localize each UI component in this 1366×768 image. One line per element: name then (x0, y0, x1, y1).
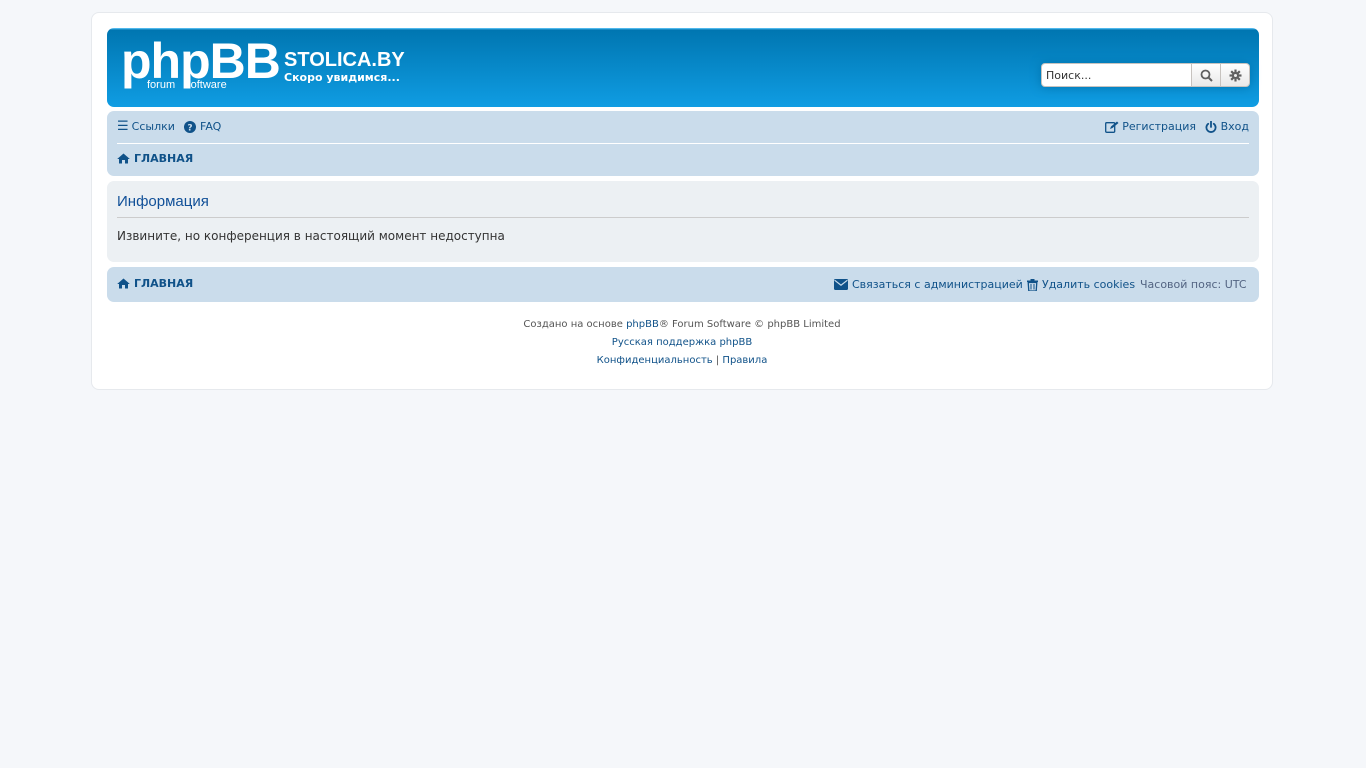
header-bar: phpBB forum software STOLICA.BY Скоро уви… (107, 28, 1259, 107)
timezone-label: Часовой пояс: (1140, 278, 1222, 291)
phpbb-link[interactable]: phpBB (626, 319, 659, 330)
breadcrumb-home-label: ГЛАВНАЯ (134, 152, 194, 165)
navbar: ☰ Ссылки ? FAQ Регистрация Вход ГЛАВНАЯ (107, 111, 1259, 176)
copyright-prefix: Создано на основе (523, 319, 627, 330)
breadcrumb-home[interactable]: ГЛАВНАЯ (117, 152, 193, 165)
copyright-suffix: ® Forum Software © phpBB Limited (658, 319, 841, 330)
power-icon (1205, 120, 1217, 133)
login-link[interactable]: Вход (1205, 120, 1249, 133)
quick-links-label: Ссылки (131, 120, 175, 133)
delete-cookies-label: Удалить cookies (1042, 278, 1136, 291)
logo-sub-forum: forum (147, 79, 176, 91)
question-icon: ? (184, 120, 196, 133)
trash-icon (1027, 278, 1038, 291)
faq-link[interactable]: ? FAQ (184, 120, 221, 133)
page-wrapper: phpBB forum software STOLICA.BY Скоро уви… (91, 12, 1273, 390)
bars-icon: ☰ (117, 119, 129, 134)
info-panel: Информация Извините, но конференция в на… (107, 181, 1259, 262)
copyright: Создано на основе phpBB® Forum Software … (92, 316, 1272, 370)
contact-admin-label: Связаться с администрацией (852, 278, 1023, 291)
privacy-link[interactable]: Конфиденциальность (597, 355, 713, 366)
panel-message: Извините, но конференция в настоящий мом… (117, 229, 505, 243)
envelope-icon (834, 279, 848, 290)
site-logo[interactable]: phpBB forum software (119, 35, 281, 93)
copyright-line-1: Создано на основе phpBB® Forum Software … (92, 316, 1272, 334)
site-title[interactable]: STOLICA.BY (284, 48, 405, 72)
logo-subtext: forum software (147, 79, 237, 91)
faq-label: FAQ (200, 120, 222, 133)
site-description: Скоро увидимся... (284, 71, 400, 84)
quick-links-menu[interactable]: ☰ Ссылки (117, 120, 175, 133)
search-button[interactable] (1192, 63, 1221, 87)
register-label: Регистрация (1122, 120, 1196, 133)
home-icon (117, 278, 130, 289)
contact-admin-link[interactable]: Связаться с администрацией (834, 278, 1023, 291)
link-separator: | (715, 355, 720, 366)
search-box (1041, 63, 1250, 87)
nav-links-row: ☰ Ссылки ? FAQ Регистрация Вход (117, 111, 1249, 144)
russian-support-link[interactable]: Русская поддержка phpBB (612, 337, 752, 348)
delete-cookies-link[interactable]: Удалить cookies (1027, 278, 1135, 291)
rules-link[interactable]: Правила (722, 355, 767, 366)
timezone-info: Часовой пояс: UTC (1140, 278, 1247, 291)
footer-navbar: ГЛАВНАЯ Связаться с администрацией Удали… (107, 267, 1259, 302)
login-label: Вход (1220, 120, 1249, 133)
timezone-value: UTC (1224, 278, 1247, 291)
search-icon (1200, 69, 1213, 82)
search-input[interactable] (1041, 63, 1192, 87)
register-link[interactable]: Регистрация (1105, 120, 1196, 133)
edit-icon (1105, 121, 1119, 133)
home-icon (117, 153, 130, 164)
copyright-line-2: Русская поддержка phpBB (92, 334, 1272, 352)
breadcrumb-row: ГЛАВНАЯ (117, 144, 1249, 176)
panel-title: Информация (117, 193, 1249, 218)
footer-breadcrumb-home-label: ГЛАВНАЯ (134, 277, 194, 290)
svg-text:?: ? (187, 123, 192, 133)
copyright-line-3: Конфиденциальность | Правила (92, 352, 1272, 370)
logo-sub-software: software (185, 79, 227, 91)
advanced-search-button[interactable] (1221, 63, 1250, 87)
footer-breadcrumb-home[interactable]: ГЛАВНАЯ (117, 277, 193, 290)
gear-icon (1229, 69, 1241, 81)
